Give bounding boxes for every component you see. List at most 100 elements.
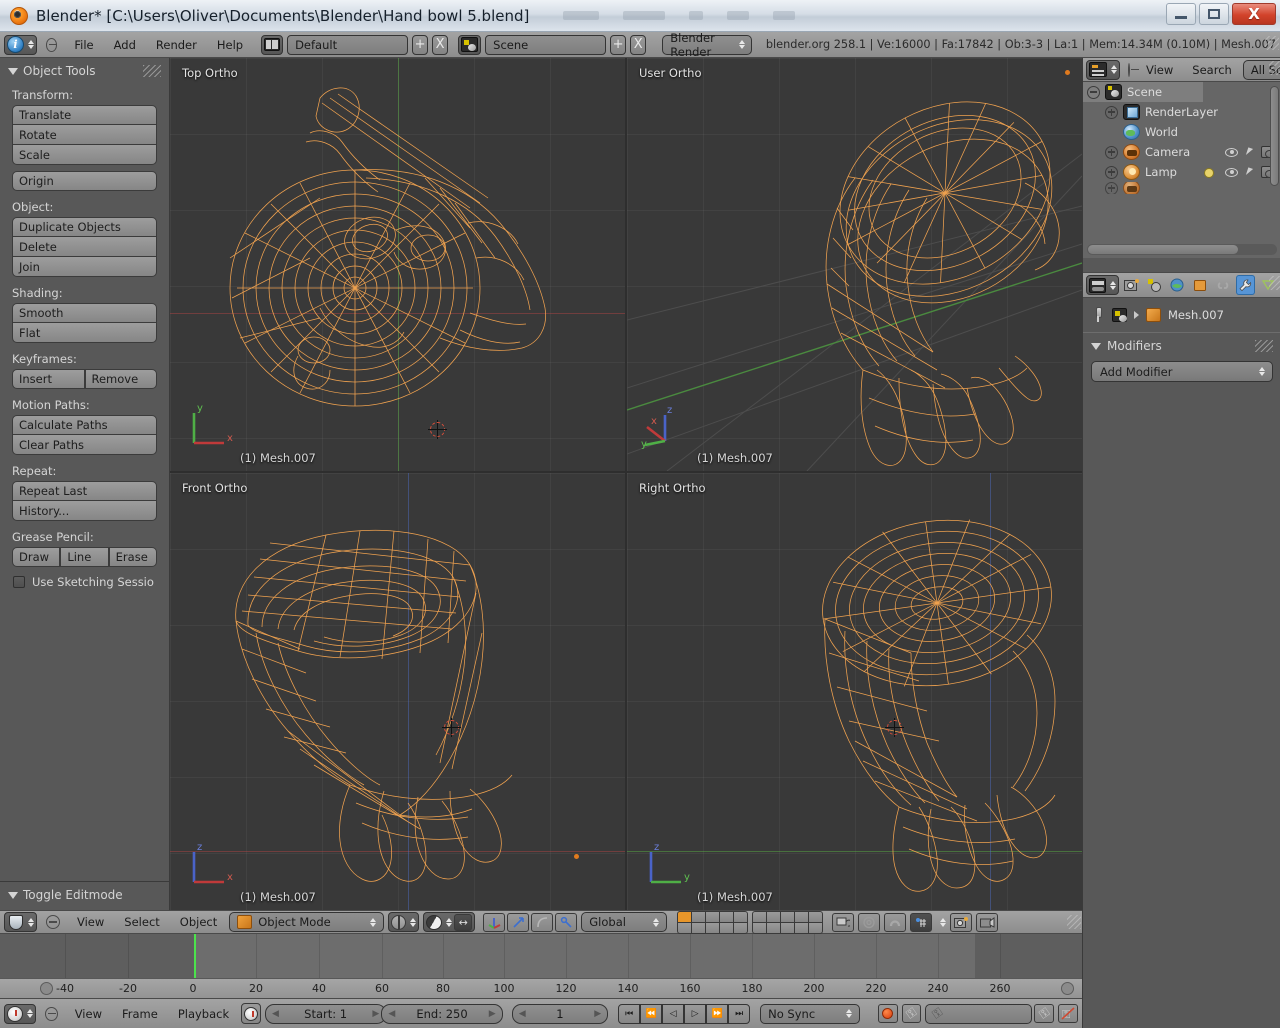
modifiers-panel-header[interactable]: Modifiers — [1083, 333, 1280, 357]
grease-pencil-draw-button[interactable]: Draw — [12, 547, 61, 567]
next-keyframe-button[interactable]: ⏩ — [706, 1003, 729, 1024]
rotate-button[interactable]: Rotate — [12, 125, 157, 145]
add-screen-layout-button[interactable]: + — [411, 34, 429, 55]
toggle-editmode-panel[interactable]: Toggle Editmode — [0, 881, 169, 910]
checkbox-icon[interactable] — [13, 576, 25, 588]
insert-keyframe-button[interactable]: ⚿ — [1034, 1004, 1055, 1023]
tab-modifiers[interactable] — [1235, 275, 1256, 295]
chevron-right-icon[interactable]: ▶ — [489, 1009, 496, 1019]
expand-icon[interactable] — [1105, 145, 1118, 159]
history-button[interactable]: History... — [12, 501, 157, 521]
expand-icon[interactable] — [1105, 165, 1118, 179]
scale-manipulator-icon[interactable] — [531, 912, 554, 932]
timeline-scroll-knob-left[interactable] — [40, 982, 53, 995]
outliner-menu-view[interactable]: View — [1138, 63, 1181, 77]
collapse-menu-icon[interactable] — [46, 915, 60, 929]
outliner-row-renderlayer[interactable]: RenderLayer — [1083, 102, 1280, 122]
outliner-row-scene[interactable]: Scene — [1083, 82, 1203, 102]
timeline-menu-playback[interactable]: Playback — [170, 1007, 237, 1021]
viewport-shading-selector[interactable] — [388, 912, 420, 932]
layer-buttons-second[interactable] — [752, 910, 824, 934]
outliner-row-world[interactable]: World — [1083, 122, 1280, 142]
screen-layout-name[interactable]: Default — [287, 34, 408, 55]
maximize-button[interactable] — [1199, 3, 1229, 25]
tab-render[interactable] — [1122, 275, 1142, 295]
view3d-menu-object[interactable]: Object — [172, 915, 225, 929]
menu-help[interactable]: Help — [209, 38, 251, 52]
outliner-vertical-scrollbar[interactable] — [1270, 86, 1279, 186]
pivot-point-selector[interactable]: ↔ — [423, 912, 476, 932]
outliner-row-partial[interactable] — [1083, 182, 1280, 194]
editor-type-selector-info[interactable]: i — [4, 34, 37, 55]
transform-orientation-selector[interactable]: Global — [581, 912, 668, 932]
properties-corner-grip[interactable] — [1269, 276, 1280, 290]
chevron-left-icon[interactable]: ◀ — [272, 1009, 279, 1019]
interaction-mode-selector[interactable]: Object Mode — [229, 912, 385, 932]
scale-button[interactable]: Scale — [12, 145, 157, 165]
outliner-restrict-columns[interactable] — [1202, 166, 1275, 179]
playback-transport-controls[interactable]: ⏮ ⏪ ◁ ▷ ⏩ ⏭ — [618, 1003, 751, 1024]
current-frame-field[interactable]: ◀ 1 ▶ — [511, 1003, 609, 1024]
duplicate-objects-button[interactable]: Duplicate Objects — [12, 217, 157, 237]
delete-scene-button[interactable]: X — [630, 34, 647, 55]
render-opengl-icon[interactable] — [976, 912, 999, 932]
add-scene-button[interactable]: + — [610, 34, 627, 55]
restrict-select-icon[interactable] — [1245, 167, 1254, 177]
menu-add[interactable]: Add — [106, 38, 144, 52]
editor-type-selector-outliner[interactable] — [1086, 59, 1120, 80]
snap-element-icon[interactable] — [910, 912, 933, 932]
repeat-last-button[interactable]: Repeat Last — [12, 481, 157, 501]
viewport-right-ortho[interactable]: Right Ortho z y (1) Mesh.007 — [627, 473, 1082, 910]
restrict-view-icon[interactable] — [1225, 147, 1238, 157]
grease-pencil-line-button[interactable]: Line — [60, 547, 109, 567]
outliner-corner-grip[interactable] — [1269, 61, 1280, 75]
editor-type-selector-view3d[interactable] — [4, 912, 37, 932]
timeline-scroll-knob-right[interactable] — [1061, 982, 1074, 995]
collapse-menu-icon[interactable] — [45, 1006, 58, 1021]
minimize-button[interactable] — [1166, 3, 1196, 25]
use-sketching-sessions-row[interactable]: Use Sketching Sessio — [0, 570, 169, 589]
translate-manipulator-icon[interactable] — [483, 912, 506, 932]
properties-tab-bar[interactable] — [1083, 272, 1280, 298]
viewport-top-ortho[interactable]: Top Ortho y x (1) Mesh.007 — [170, 58, 625, 471]
viewport-front-ortho[interactable]: Front Ortho z x (1) Mesh.007 — [170, 473, 625, 910]
play-button[interactable]: ▷ — [684, 1003, 707, 1024]
restrict-view-icon[interactable] — [1225, 167, 1238, 177]
header-corner-grip[interactable] — [1265, 36, 1279, 50]
outliner-row-lamp[interactable]: Lamp — [1083, 162, 1280, 182]
translate-button[interactable]: Translate — [12, 105, 157, 125]
restrict-select-icon[interactable] — [1245, 147, 1254, 157]
object-tools-panel-header[interactable]: Object Tools — [0, 58, 169, 82]
layer-buttons-first[interactable] — [677, 910, 749, 934]
render-engine-selector[interactable]: Blender Render — [662, 31, 752, 59]
chevron-right-icon[interactable]: ▶ — [594, 1009, 601, 1019]
flat-button[interactable]: Flat — [12, 323, 157, 343]
scene-name-field[interactable]: Scene — [485, 34, 607, 55]
use-preview-range-icon[interactable] — [241, 1003, 261, 1024]
menu-file[interactable]: File — [66, 38, 101, 52]
remove-keyframe-button[interactable]: Remove — [84, 369, 157, 389]
manipulator-mode-buttons[interactable] — [483, 912, 578, 932]
timeline-menu-frame[interactable]: Frame — [114, 1007, 166, 1021]
outliner-restrict-columns[interactable] — [1225, 146, 1275, 158]
chevron-left-icon[interactable]: ◀ — [519, 1009, 526, 1019]
rotate-manipulator-icon[interactable] — [507, 912, 530, 932]
view3d-menu-view[interactable]: View — [69, 915, 112, 929]
outliner-tree[interactable]: Scene RenderLayer World Camera Lamp — [1083, 82, 1280, 258]
editor-type-selector-timeline[interactable] — [4, 1003, 36, 1024]
add-modifier-dropdown[interactable]: Add Modifier — [1091, 361, 1273, 382]
lock-camera-icon[interactable] — [832, 912, 855, 932]
manipulator-extra-icon[interactable] — [555, 912, 578, 932]
previous-keyframe-button[interactable]: ⏪ — [640, 1003, 663, 1024]
tab-world[interactable] — [1167, 275, 1187, 295]
timeline-menu-view[interactable]: View — [67, 1007, 110, 1021]
end-frame-field[interactable]: ◀ End: 250 ▶ — [381, 1003, 503, 1024]
join-button[interactable]: Join — [12, 257, 157, 277]
delete-button[interactable]: Delete — [12, 237, 157, 257]
delete-keyframe-button[interactable]: ⚿ — [1058, 1004, 1078, 1023]
editor-type-selector-properties[interactable] — [1086, 275, 1119, 295]
grease-pencil-erase-button[interactable]: Erase — [108, 547, 157, 567]
pin-icon[interactable] — [1091, 307, 1105, 322]
smooth-button[interactable]: Smooth — [12, 303, 157, 323]
outliner-row-camera[interactable]: Camera — [1083, 142, 1280, 162]
